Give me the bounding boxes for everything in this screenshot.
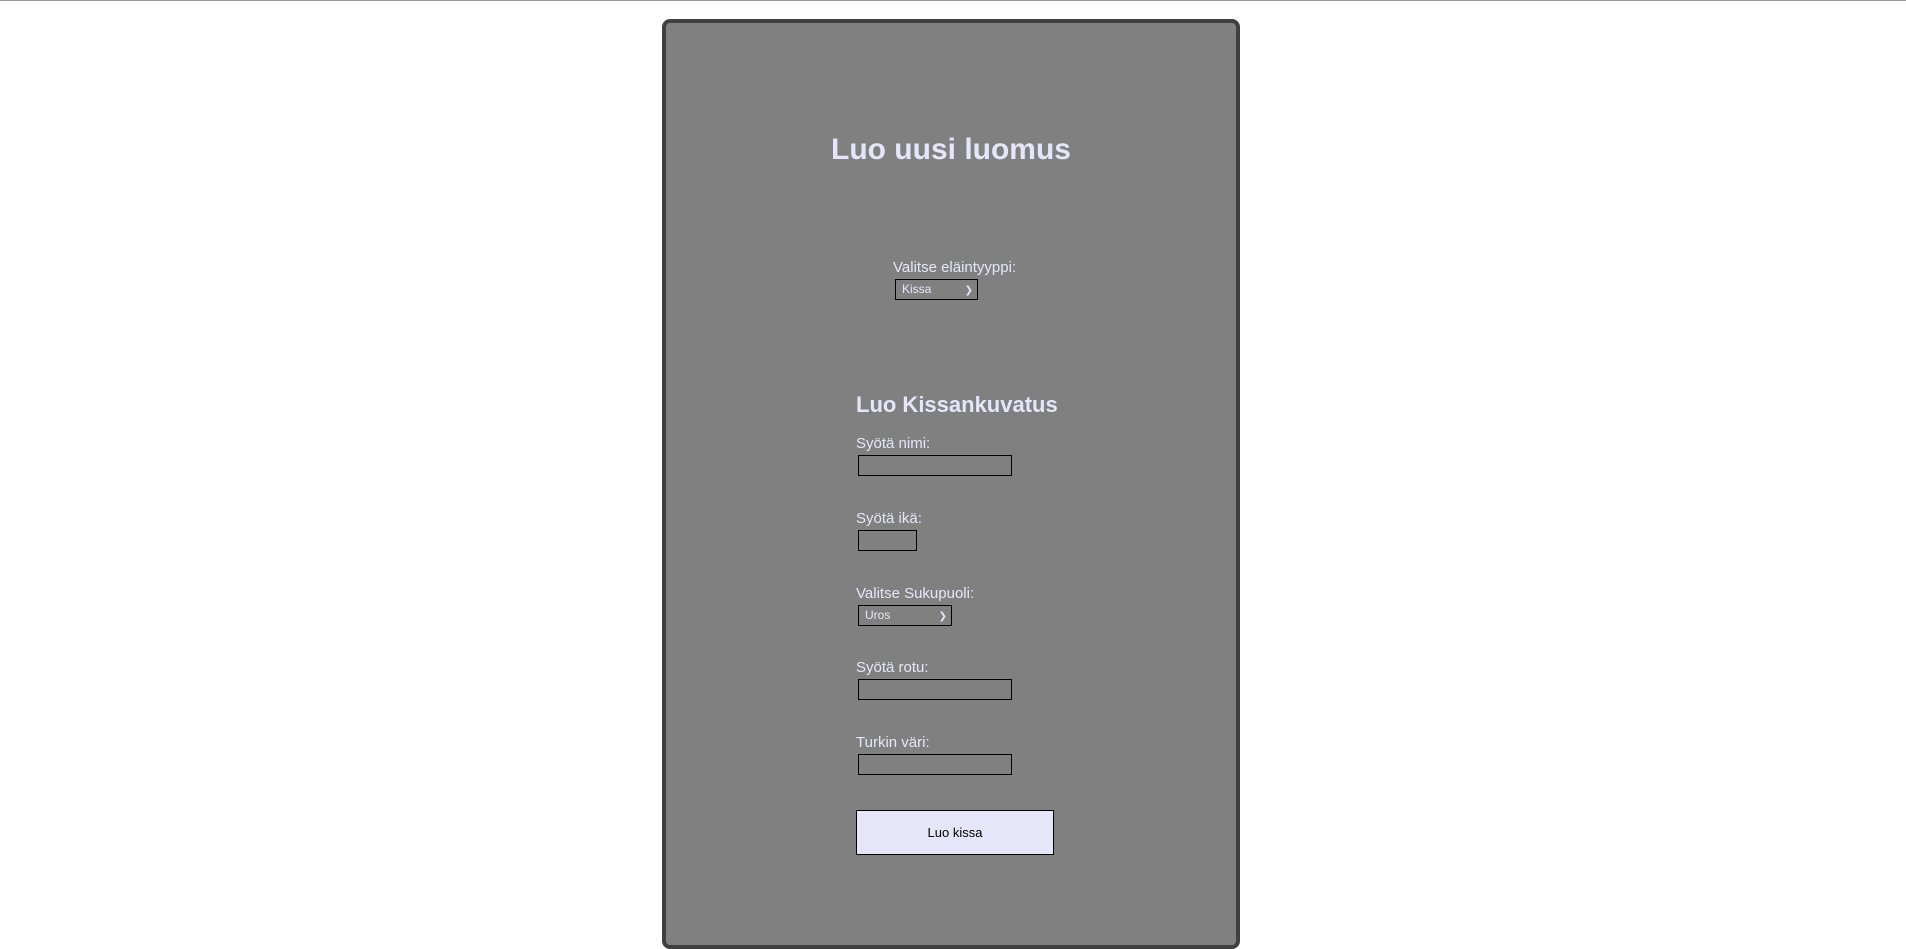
fur-color-label: Turkin väri:	[856, 734, 930, 751]
gender-select[interactable]: Uros ❯	[858, 605, 952, 626]
name-input[interactable]	[858, 455, 1012, 476]
create-cat-button[interactable]: Luo kissa	[856, 810, 1054, 855]
age-input[interactable]	[858, 530, 917, 551]
breed-label: Syötä rotu:	[856, 659, 929, 676]
name-label: Syötä nimi:	[856, 435, 931, 452]
animal-type-selected-value: Kissa	[902, 282, 932, 296]
top-border-line	[0, 0, 1906, 1]
chevron-down-icon: ❯	[938, 611, 947, 622]
creation-panel: Luo uusi luomus Valitse eläintyyppi: Kis…	[662, 19, 1240, 949]
fur-color-input[interactable]	[858, 754, 1012, 775]
age-label: Syötä ikä:	[856, 510, 922, 527]
animal-type-label: Valitse eläintyyppi:	[893, 259, 1017, 276]
page-title: Luo uusi luomus	[831, 133, 1071, 166]
animal-type-select[interactable]: Kissa ❯	[895, 279, 978, 300]
form-heading: Luo Kissankuvatus	[856, 392, 1058, 417]
breed-input[interactable]	[858, 679, 1012, 700]
chevron-down-icon: ❯	[964, 285, 973, 296]
gender-selected-value: Uros	[865, 608, 891, 622]
gender-label: Valitse Sukupuoli:	[856, 585, 975, 602]
